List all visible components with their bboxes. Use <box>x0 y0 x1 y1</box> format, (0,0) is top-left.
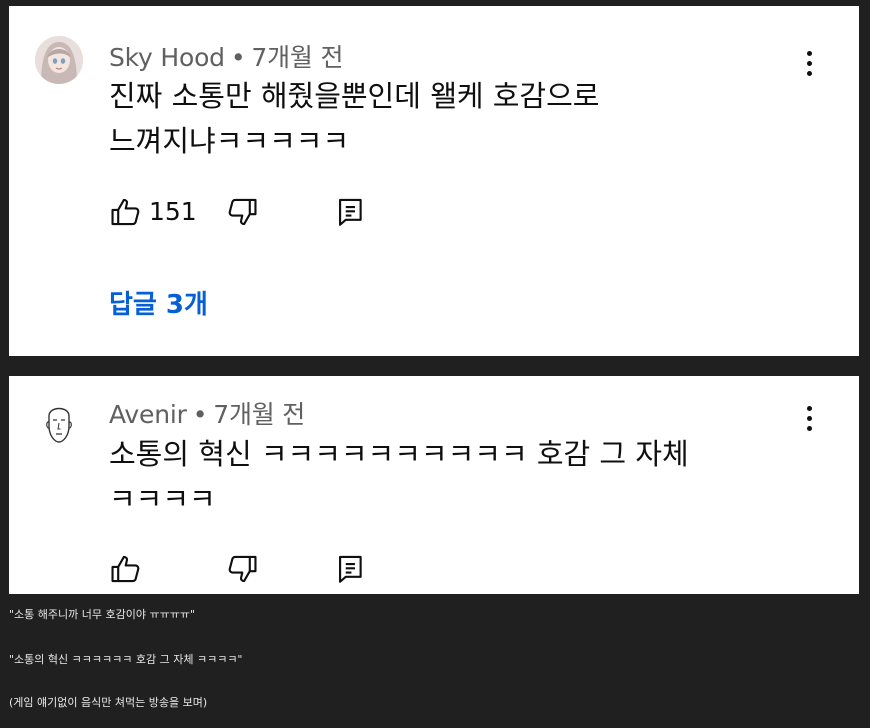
comment-time[interactable]: 7개월 전 <box>213 400 305 429</box>
comment-meta: Avenir • 7개월 전 <box>109 395 305 431</box>
anime-girl-avatar-icon <box>35 36 83 84</box>
avatar[interactable] <box>35 398 83 446</box>
comment-text: 소통의 혁신 ㅋㅋㅋㅋㅋㅋㅋㅋㅋㅋ 호감 그 자체 ㅋㅋㅋㅋ <box>109 432 799 522</box>
comment-text-line: 소통의 혁신 ㅋㅋㅋㅋㅋㅋㅋㅋㅋㅋ 호감 그 자체 <box>109 437 689 471</box>
caption-text: "소통 해주니까 너무 호감이야 ㅠㅠㅠㅠ" <box>9 608 196 621</box>
caption-text: "소통의 혁신 ㅋㅋㅋㅋㅋㅋ 호감 그 자체 ㅋㅋㅋㅋ" <box>9 653 243 666</box>
comment-meta: Sky Hood • 7개월 전 <box>109 38 343 74</box>
comment-text-line: ㅋㅋㅋㅋ <box>109 482 216 516</box>
comment-text-line: 진짜 소통만 해줬을뿐인데 왤케 호감으로 <box>109 79 600 113</box>
like-count: 151 <box>149 197 197 226</box>
thumbs-up-icon[interactable] <box>109 195 143 229</box>
caption-text: (게임 얘기없이 음식만 쳐먹는 방송을 보며) <box>9 696 208 709</box>
view-replies-button[interactable]: 답글 3개 <box>109 284 208 321</box>
thumbs-down-icon[interactable] <box>225 195 259 229</box>
comment-card: Avenir • 7개월 전 소통의 혁신 ㅋㅋㅋㅋㅋㅋㅋㅋㅋㅋ 호감 그 자체 ㅋ… <box>9 376 859 594</box>
more-options-icon[interactable] <box>799 46 819 80</box>
reply-icon[interactable] <box>333 195 367 229</box>
more-options-icon[interactable] <box>799 401 819 435</box>
thumbs-up-icon[interactable] <box>109 552 143 586</box>
author-name[interactable]: Sky Hood <box>109 43 225 72</box>
separator: • <box>230 43 246 72</box>
comment-text: 진짜 소통만 해줬을뿐인데 왤케 호감으로 느껴지냐ㅋㅋㅋㅋㅋ <box>109 74 799 164</box>
bald-head-sketch-avatar-icon <box>35 398 83 446</box>
comment-text-line: 느껴지냐ㅋㅋㅋㅋㅋ <box>109 124 350 158</box>
author-name[interactable]: Avenir <box>109 400 187 429</box>
comment-card: Sky Hood • 7개월 전 진짜 소통만 해줬을뿐인데 왤케 호감으로 느껴지… <box>9 6 859 356</box>
thumbs-down-icon[interactable] <box>225 552 259 586</box>
comment-time[interactable]: 7개월 전 <box>251 43 343 72</box>
separator: • <box>192 400 208 429</box>
reply-icon[interactable] <box>333 552 367 586</box>
avatar[interactable] <box>35 36 83 84</box>
